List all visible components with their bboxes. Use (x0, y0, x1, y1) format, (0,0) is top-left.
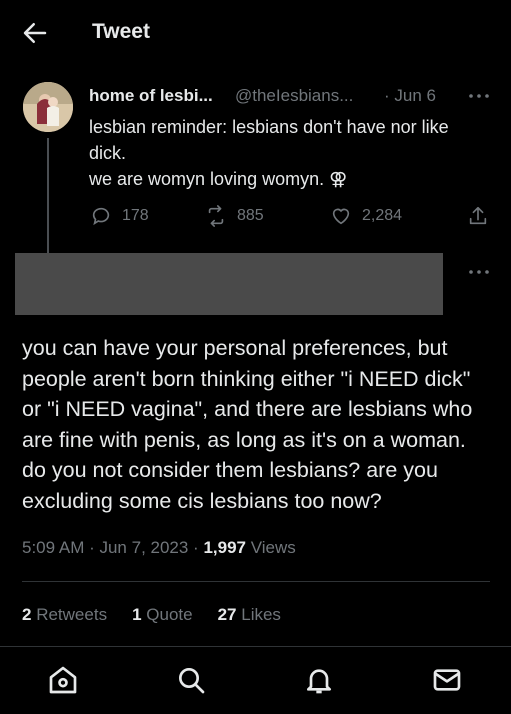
page-title: Tweet (92, 20, 150, 43)
retweets-stat[interactable]: 2 Retweets (22, 605, 107, 625)
reply-button[interactable]: 178 (90, 204, 149, 228)
like-button[interactable]: 2,284 (330, 204, 402, 228)
mail-icon (433, 669, 461, 691)
reply-icon (92, 207, 110, 226)
text-line: you can have your personal preferences, … (22, 336, 448, 360)
text-line: we are womyn loving womyn. ⚢ (89, 169, 348, 189)
author-handle[interactable]: @theIesbians... (235, 86, 353, 106)
nav-messages[interactable] (431, 664, 463, 696)
back-button[interactable] (20, 18, 50, 48)
home-icon (49, 666, 77, 694)
tweet-date[interactable]: · Jun 6 (384, 86, 436, 106)
text-line: are fine with penis, as long as it's on … (22, 427, 466, 452)
bottom-nav-border (0, 646, 511, 647)
quotes-stat[interactable]: 1 Quote (132, 605, 193, 625)
tweet-timestamp[interactable]: 5:09 AM · Jun 7, 2023 · (22, 538, 199, 557)
text-line: people aren't born thinking either "i NE… (22, 366, 471, 391)
author-name[interactable]: home of lesbi... (89, 86, 213, 106)
heart-icon (332, 208, 350, 225)
more-button[interactable] (466, 262, 492, 282)
retweet-button[interactable]: 885 (205, 204, 264, 228)
reply-count: 178 (122, 207, 149, 224)
share-icon (469, 206, 487, 225)
nav-notifications[interactable] (303, 664, 335, 696)
parent-tweet-text: lesbian reminder: lesbians don't have no… (89, 114, 499, 192)
nav-search[interactable] (175, 664, 207, 696)
more-icon (469, 94, 489, 98)
thread-line (47, 138, 49, 253)
quotes-count: 1 (132, 605, 142, 624)
share-button[interactable] (467, 204, 489, 228)
arrow-left-icon (23, 23, 47, 43)
more-button[interactable] (466, 86, 492, 106)
text-line: lesbian reminder: lesbians don't have no… (89, 117, 449, 137)
search-icon (179, 668, 205, 694)
like-count: 2,284 (362, 207, 403, 224)
likes-label: Likes (241, 605, 281, 624)
views-label: Views (250, 538, 296, 557)
likes-count: 27 (217, 605, 237, 624)
retweets-count: 2 (22, 605, 32, 624)
retweet-count: 885 (237, 207, 264, 224)
text-line: do you not consider them lesbians? are y… (22, 458, 438, 482)
retweets-label: Retweets (36, 605, 108, 624)
views-count: 1,997 (203, 538, 246, 557)
nav-home[interactable] (47, 664, 79, 696)
likes-stat[interactable]: 27 Likes (218, 605, 281, 625)
engagement-stats: 2 Retweets 1 Quote 27 Likes (22, 605, 281, 625)
divider (22, 581, 490, 582)
retweet-icon (208, 205, 224, 227)
top-bar: Tweet (0, 0, 511, 66)
redacted-author-block (15, 253, 443, 315)
main-tweet-text: you can have your personal preferences, … (22, 333, 502, 516)
bell-icon (307, 669, 331, 694)
quotes-label: Quote (146, 605, 193, 624)
text-line: excluding some cis lesbians too now? (22, 488, 382, 513)
tweet-meta: 5:09 AM · Jun 7, 2023 · 1,997 Views (22, 538, 296, 558)
avatar[interactable] (23, 82, 73, 132)
more-icon (469, 270, 489, 274)
text-line: or "i NEED vagina", and there are lesbia… (22, 397, 473, 421)
text-line: dick. (89, 143, 127, 163)
